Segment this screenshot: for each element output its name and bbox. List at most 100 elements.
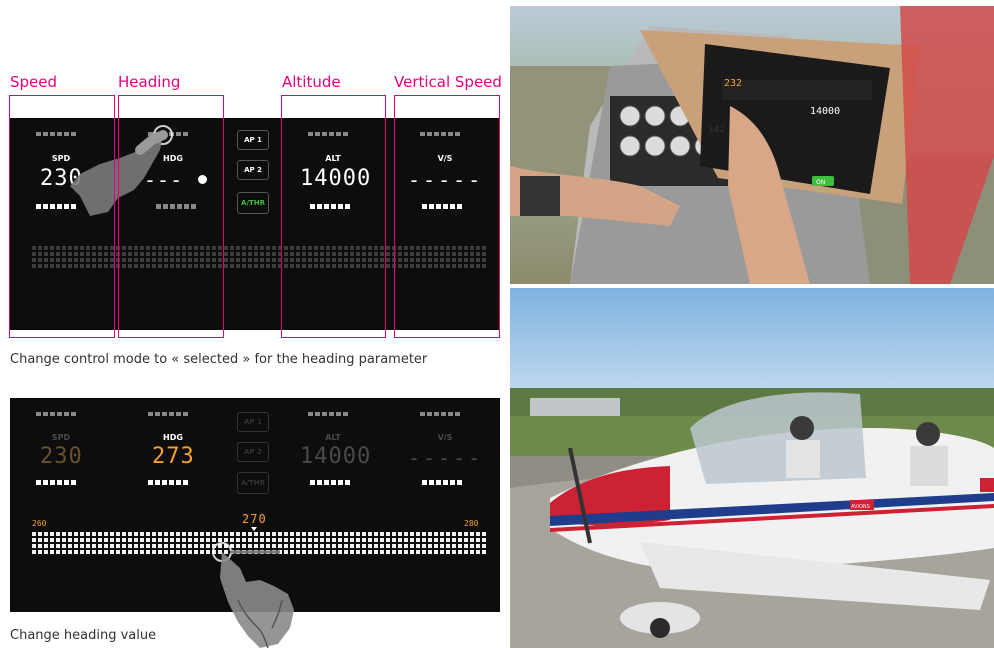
svg-text:AVIONS: AVIONS (851, 504, 870, 510)
vs-value[interactable]: ----- (408, 448, 483, 468)
scale-cell (332, 538, 336, 542)
scale-cell (134, 544, 138, 548)
scale-cell (458, 538, 462, 542)
hdg-value[interactable]: 273 (152, 446, 195, 468)
scale-cell (446, 538, 450, 542)
scale-cell (422, 544, 426, 548)
spd-label: SPD (51, 433, 71, 442)
athr-button[interactable]: A/THR (237, 192, 269, 214)
vs-label: V/S (437, 433, 453, 442)
scale-cell (452, 550, 456, 554)
scale-cell (44, 544, 48, 548)
scale-cell (92, 538, 96, 542)
scale-cell (224, 532, 228, 536)
scale-cell (302, 550, 306, 554)
scale-cell (398, 544, 402, 548)
scale-cell (122, 532, 126, 536)
scale-cell (68, 550, 72, 554)
spd-upper-dashes (36, 412, 78, 416)
dash-segment (310, 480, 315, 485)
scale-cell (350, 538, 354, 542)
scale-cell (302, 544, 306, 548)
scale-cell (482, 550, 486, 554)
hdg-label: HDG (163, 433, 183, 442)
scale-cell (110, 550, 114, 554)
scale-cell (230, 258, 234, 262)
scale-cell (206, 532, 210, 536)
scale-cell (374, 532, 378, 536)
scale-cell (104, 532, 108, 536)
scale-cell (272, 246, 276, 250)
scale-cell (170, 532, 174, 536)
scale-cell (398, 538, 402, 542)
scale-cell (476, 538, 480, 542)
scale-cell (92, 550, 96, 554)
scale-cell (140, 538, 144, 542)
scale-cell (44, 532, 48, 536)
dash-segment (71, 412, 76, 416)
dash-segment (441, 412, 446, 416)
scale-cell (398, 550, 402, 554)
dash-segment (50, 480, 55, 485)
scale-cell (452, 538, 456, 542)
scale-cell (398, 532, 402, 536)
scale-pointer-icon (251, 527, 257, 531)
scale-cell (146, 550, 150, 554)
dash-segment (36, 412, 41, 416)
scale-cell (236, 246, 240, 250)
dash-segment (176, 412, 181, 416)
scale-cell (440, 532, 444, 536)
scale-cell (146, 532, 150, 536)
scale-cell (116, 538, 120, 542)
scale-cell (416, 550, 420, 554)
scale-cell (218, 532, 222, 536)
scale-cell (458, 532, 462, 536)
scale-cell (188, 538, 192, 542)
scale-label-center: 270 (242, 512, 267, 526)
scale-cell (74, 538, 78, 542)
scale-cell (86, 550, 90, 554)
dash-segment (427, 412, 432, 416)
dash-segment (420, 412, 425, 416)
scale-cell (50, 538, 54, 542)
scale-cell (458, 544, 462, 548)
scale-cell (236, 264, 240, 268)
scale-cell (182, 544, 186, 548)
scale-cell (482, 544, 486, 548)
scale-cell (482, 532, 486, 536)
scale-cell (170, 538, 174, 542)
ap2-button[interactable]: AP 2 (237, 442, 269, 462)
scale-cell (362, 550, 366, 554)
scale-cell (98, 544, 102, 548)
scale-cell (338, 538, 342, 542)
scale-cell (356, 538, 360, 542)
ap1-button[interactable]: AP 1 (237, 130, 269, 150)
ap1-button[interactable]: AP 1 (237, 412, 269, 432)
scale-cell (416, 544, 420, 548)
scale-cell (224, 264, 228, 268)
scale-cell (446, 550, 450, 554)
scale-label-right: 280 (464, 519, 479, 528)
scale-cell (224, 252, 228, 256)
label-heading: Heading (118, 73, 181, 91)
dash-segment (443, 480, 448, 485)
athr-button[interactable]: A/THR (237, 472, 269, 494)
dash-segment (308, 412, 313, 416)
scale-cell (266, 264, 270, 268)
dash-segment (36, 480, 41, 485)
scale-cell (128, 532, 132, 536)
scale-cell (380, 550, 384, 554)
scale-cell (386, 252, 390, 256)
tablet-speed-digits: 232 (724, 78, 742, 89)
spd-value[interactable]: 230 (40, 446, 83, 468)
scale-cell (350, 544, 354, 548)
scale-cell (410, 532, 414, 536)
ap2-button[interactable]: AP 2 (237, 160, 269, 180)
scale-cell (254, 252, 258, 256)
dash-segment (148, 412, 153, 416)
dash-segment (450, 480, 455, 485)
scale-cell (80, 532, 84, 536)
scale-cell (110, 544, 114, 548)
alt-value[interactable]: 14000 (300, 446, 371, 468)
scale-cell (254, 264, 258, 268)
